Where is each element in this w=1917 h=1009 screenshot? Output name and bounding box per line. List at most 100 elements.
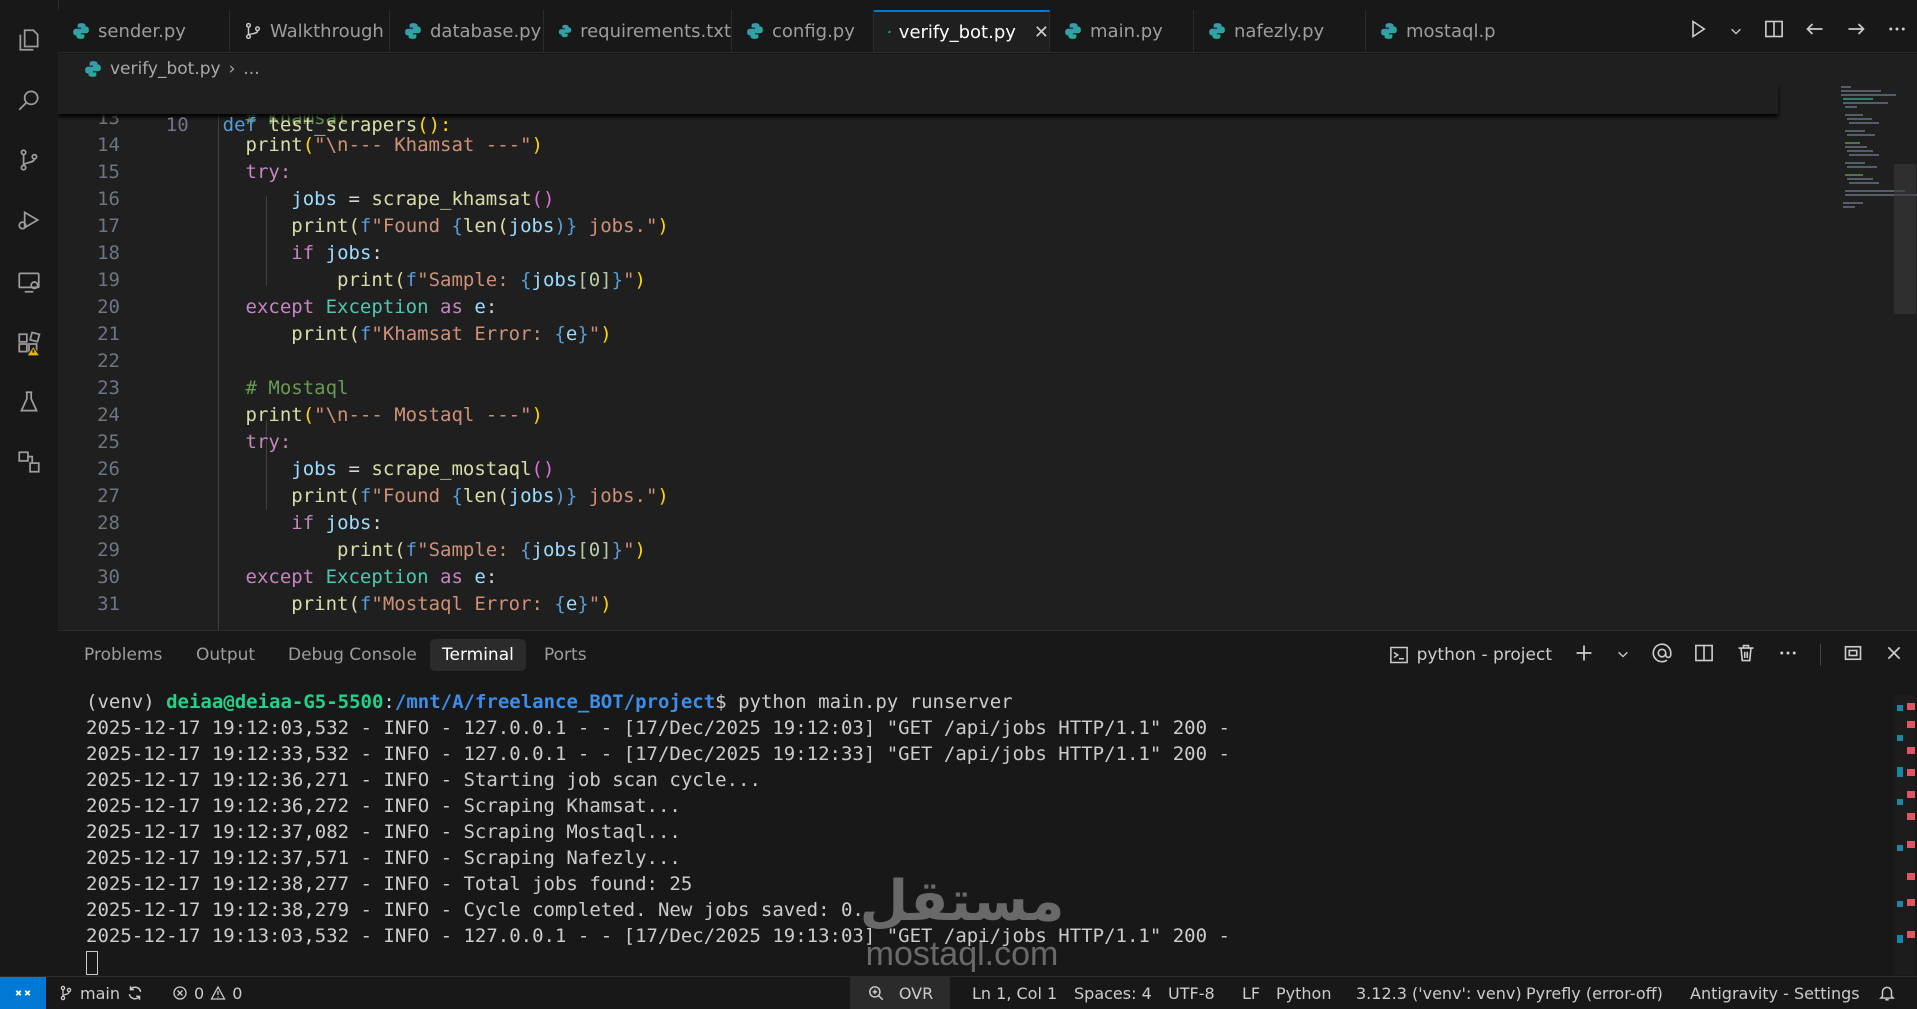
close-panel-icon[interactable] bbox=[1885, 644, 1903, 667]
encoding[interactable]: UTF-8 bbox=[1168, 977, 1215, 1009]
sync-icon[interactable] bbox=[126, 984, 144, 1002]
prompt-path: /mnt/A/freelance_BOT/project bbox=[394, 691, 716, 713]
notifications-bell[interactable] bbox=[1878, 977, 1896, 1009]
tab-label: main.py bbox=[1090, 20, 1163, 42]
tab-label: database.py bbox=[430, 20, 542, 42]
search-icon[interactable] bbox=[13, 84, 45, 116]
tab-config-py[interactable]: config.py bbox=[732, 10, 874, 52]
code-line: 18 if jobs: bbox=[97, 242, 383, 264]
code-editor[interactable]: 10def test_scrapers(): 12 13 # Khamsat 1… bbox=[58, 84, 1917, 630]
remote-icon bbox=[15, 990, 31, 996]
close-icon[interactable]: ✕ bbox=[1034, 22, 1049, 43]
cursor-position[interactable]: Ln 1, Col 1 bbox=[972, 977, 1057, 1009]
watermark-latin: mostaql.com bbox=[865, 935, 1059, 973]
more-actions-icon[interactable] bbox=[1778, 643, 1798, 668]
prompt-user: deiaa@deiaa-G5-5500 bbox=[166, 691, 384, 713]
arrow-right-icon[interactable] bbox=[1846, 19, 1866, 44]
terminal-log-line: 2025-12-17 19:12:36,271 - INFO - Startin… bbox=[86, 769, 761, 791]
code-line: 19 print(f"Sample: {jobs[0]}") bbox=[97, 269, 646, 291]
editor-tab-bar: sender.py Walkthrough database.py requir… bbox=[58, 10, 1917, 53]
breadcrumb: verify_bot.py › ... bbox=[58, 54, 1917, 84]
code-line: 24 print("\n--- Mostaql ---") bbox=[97, 404, 543, 426]
tab-database-py[interactable]: database.py bbox=[390, 10, 544, 52]
arrow-left-icon[interactable] bbox=[1805, 19, 1825, 44]
language-mode[interactable]: Python bbox=[1276, 977, 1331, 1009]
zoom-icon bbox=[868, 986, 884, 1001]
terminal-actions: python - project bbox=[1389, 639, 1903, 671]
code-line: 28 if jobs: bbox=[97, 512, 383, 534]
tab-walkthrough[interactable]: Walkthrough bbox=[230, 10, 390, 52]
status-bar: main 0 0 OVR Ln 1, Col 1 Spaces: 4 UTF-8… bbox=[0, 976, 1917, 1009]
terminal-cursor-line[interactable] bbox=[86, 949, 98, 975]
tab-label: Walkthrough bbox=[270, 20, 384, 42]
trash-icon[interactable] bbox=[1736, 643, 1756, 668]
python-icon bbox=[1381, 23, 1397, 39]
tab-label: requirements.txt bbox=[580, 20, 731, 42]
python-icon bbox=[1065, 23, 1081, 39]
line-number: 10 bbox=[165, 114, 189, 136]
terminal-selector[interactable]: python - project bbox=[1389, 645, 1552, 665]
tab-terminal[interactable]: Terminal bbox=[430, 639, 526, 671]
split-editor-icon[interactable] bbox=[1764, 19, 1784, 44]
code-line: 16 jobs = scrape_khamsat() bbox=[97, 188, 555, 210]
tab-sender-py[interactable]: sender.py bbox=[58, 10, 230, 52]
remote-explorer-icon[interactable] bbox=[13, 266, 45, 298]
breadcrumb-symbol[interactable]: ... bbox=[243, 59, 259, 79]
code-line: 30 except Exception as e: bbox=[97, 566, 498, 588]
explorer-icon[interactable] bbox=[13, 24, 45, 56]
tab-output[interactable]: Output bbox=[184, 639, 267, 671]
problems-indicator[interactable]: 0 0 bbox=[172, 977, 242, 1009]
mention-icon[interactable] bbox=[1652, 642, 1672, 668]
terminal-prompt-line: (venv) deiaa@deiaa-G5-5500:/mnt/A/freela… bbox=[86, 691, 1013, 713]
python-icon bbox=[405, 23, 421, 39]
breadcrumb-file[interactable]: verify_bot.py bbox=[110, 59, 221, 79]
pages-icon[interactable] bbox=[13, 446, 45, 478]
tab-debug-console[interactable]: Debug Console bbox=[276, 639, 429, 671]
branch-indicator[interactable]: main bbox=[58, 977, 144, 1009]
python-interpreter[interactable]: 3.12.3 ('venv': venv) bbox=[1356, 977, 1522, 1009]
editor-scrollbar[interactable] bbox=[1894, 164, 1916, 314]
more-actions-icon[interactable] bbox=[1887, 19, 1907, 44]
terminal-scrollbar[interactable] bbox=[1895, 695, 1915, 975]
run-icon[interactable] bbox=[1688, 19, 1708, 44]
terminal-log-line: 2025-12-17 19:12:36,272 - INFO - Scrapin… bbox=[86, 795, 681, 817]
code-line: 20 except Exception as e: bbox=[97, 296, 498, 318]
code-line: 23 # Mostaql bbox=[97, 377, 349, 399]
tab-mostaql-py[interactable]: mostaql.p bbox=[1366, 10, 1508, 52]
maximize-panel-icon[interactable] bbox=[1843, 643, 1863, 668]
tab-main-py[interactable]: main.py bbox=[1050, 10, 1194, 52]
python-icon bbox=[85, 61, 101, 77]
split-terminal-icon[interactable] bbox=[1694, 643, 1714, 668]
terminal-log-line: 2025-12-17 19:12:03,532 - INFO - 127.0.0… bbox=[86, 717, 1230, 739]
tab-requirements-txt[interactable]: requirements.txt bbox=[544, 10, 732, 52]
editor-actions bbox=[1677, 10, 1917, 52]
pyrefly-status[interactable]: Pyrefly (error-off) bbox=[1526, 977, 1663, 1009]
breadcrumb-separator: › bbox=[228, 59, 236, 79]
sticky-scroll-header[interactable]: 10 def test_scrapers(): bbox=[58, 84, 1778, 136]
zoom-ovr-indicator[interactable]: OVR bbox=[850, 977, 950, 1009]
source-control-icon[interactable] bbox=[13, 144, 45, 176]
tab-ports[interactable]: Ports bbox=[532, 639, 599, 671]
indentation[interactable]: Spaces: 4 bbox=[1074, 977, 1152, 1009]
tab-label: mostaql.p bbox=[1406, 20, 1496, 42]
run-debug-icon[interactable] bbox=[13, 204, 45, 236]
chevron-down-icon[interactable] bbox=[1729, 19, 1743, 43]
tab-verify-bot-py[interactable]: verify_bot.py ✕ bbox=[874, 10, 1050, 52]
end-of-line[interactable]: LF bbox=[1242, 977, 1260, 1009]
testing-icon[interactable] bbox=[13, 386, 45, 418]
terminal-cursor bbox=[86, 950, 98, 975]
remote-indicator[interactable] bbox=[0, 977, 46, 1009]
function-name: test_scrapers bbox=[268, 114, 418, 136]
new-terminal-icon[interactable] bbox=[1574, 643, 1594, 668]
tab-nafezly-py[interactable]: nafezly.py bbox=[1194, 10, 1366, 52]
code-line: 29 print(f"Sample: {jobs[0]}") bbox=[97, 539, 646, 561]
bell-icon bbox=[1879, 986, 1895, 1001]
tab-problems[interactable]: Problems bbox=[72, 639, 174, 671]
extensions-warning-icon[interactable] bbox=[13, 328, 45, 360]
code-line: 27 print(f"Found {len(jobs)} jobs.") bbox=[97, 485, 669, 507]
punctuation: (): bbox=[417, 114, 452, 136]
chevron-down-icon[interactable] bbox=[1616, 645, 1630, 666]
code-line: 21 print(f"Khamsat Error: {e}") bbox=[97, 323, 612, 345]
antigravity-settings[interactable]: Antigravity - Settings bbox=[1690, 977, 1860, 1009]
code-line: 26 jobs = scrape_mostaql() bbox=[97, 458, 555, 480]
